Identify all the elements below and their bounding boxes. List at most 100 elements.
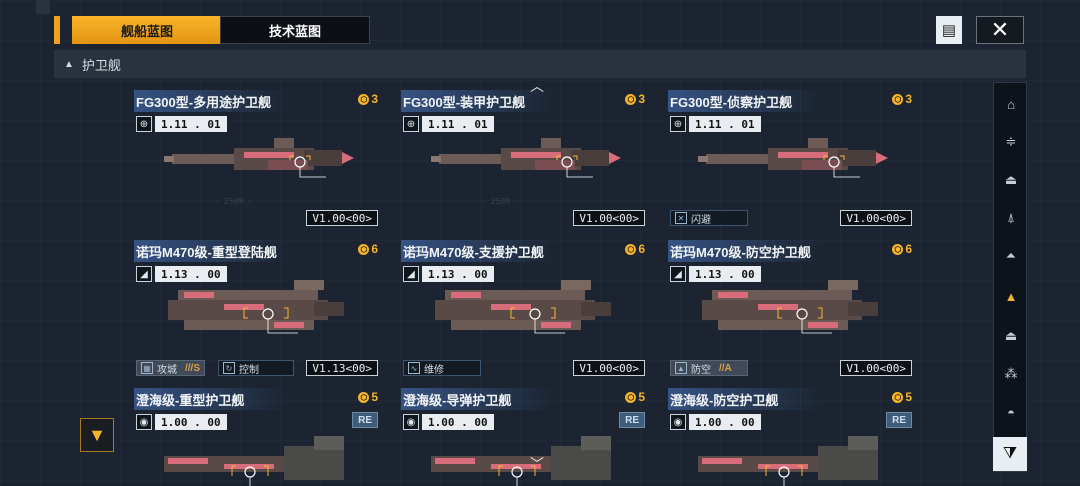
cost-value: 3 (638, 92, 645, 106)
control-icon: ↻ (223, 362, 235, 374)
ship-image (698, 124, 888, 194)
cost-value: 5 (371, 390, 378, 404)
ship-card[interactable]: 澄海级-重型护卫舰 ⬡ 5 ◉ 1.00 . 00 RE (134, 388, 380, 486)
ship-name: 澄海级-导弹护卫舰 (401, 388, 556, 410)
re-badge: RE (619, 412, 645, 428)
role-label: 控制 (239, 364, 259, 376)
frigate-icon[interactable]: ▲ (994, 279, 1028, 313)
ship-card[interactable]: 诺玛M470级-重型登陆舰 ⬡ 6 ◢ 1.13 . 00 ▦ 攻城///S ↻ 控制 … (134, 240, 380, 378)
list-button[interactable]: ▤ (936, 16, 962, 44)
filter-button[interactable]: ⧩ (993, 437, 1027, 471)
ship-name: FG300型-侦察护卫舰 (668, 90, 823, 112)
emblem-round-icon: ◉ (136, 414, 152, 430)
blueprint-version-badge: V1.00<00> (306, 210, 378, 226)
ship-name: FG300型-装甲护卫舰 (401, 90, 556, 112)
ship-class-filter-bar: ⌂ ≑ ⏏ ⍋ ⏶ ▲ ⏏ ⁂ ◓ (993, 82, 1027, 472)
cost-value: 6 (638, 242, 645, 256)
role-tag-siege: ▦ 攻城 ///S (136, 360, 206, 376)
section-label: 护卫舰 (81, 57, 121, 73)
accent-bar (54, 16, 60, 44)
filter-icon: ⧩ (1002, 445, 1018, 462)
command-point-icon: ⬡ (358, 391, 370, 403)
ship-card[interactable]: FG300型-侦察护卫舰 ⬡ 3 ⊕ 1.11 . 01 ✕ 闪避 V1.00<00> (668, 90, 914, 228)
ship-card[interactable]: 诺玛M470级-支援护卫舰 ⬡ 6 ◢ 1.13 . 00 ∿ 维修 V1.00<00… (401, 240, 647, 378)
battlecruiser-icon[interactable]: ⏏ (994, 163, 1028, 197)
corner-decoration (36, 0, 50, 14)
role-label: 闪避 (691, 214, 711, 226)
carrier-icon[interactable]: ≑ (994, 125, 1028, 159)
ship-image (698, 420, 888, 486)
cost-badge: ⬡ 3 (358, 92, 378, 106)
command-point-icon: ⬡ (358, 243, 370, 255)
flagship-icon[interactable]: ⌂ (994, 87, 1028, 121)
cost-badge: ⬡ 6 (358, 242, 378, 256)
globe-icon: ⊕ (670, 116, 686, 132)
destroyer-icon[interactable]: ⏶ (994, 239, 1028, 273)
globe-icon: ⊕ (136, 116, 152, 132)
section-header-frigate[interactable]: ▲ 护卫舰 (54, 50, 1026, 78)
emblem-round-icon: ◉ (403, 414, 419, 430)
cost-value: 5 (638, 390, 645, 404)
blueprint-version-badge: V1.00<00> (573, 360, 645, 376)
ship-image (164, 124, 354, 194)
role-label: 攻城 (157, 364, 177, 376)
ship-name: 诺玛M470级-防空护卫舰 (668, 240, 823, 262)
re-badge: RE (886, 412, 912, 428)
aux-icon[interactable]: ◓ (994, 395, 1028, 429)
role-label: 防空 (691, 364, 711, 376)
command-point-icon: ⬡ (625, 391, 637, 403)
cost-badge: ⬡ 5 (625, 390, 645, 404)
scale-decoration: — 250M — (481, 197, 520, 206)
command-point-icon: ⬡ (892, 93, 904, 105)
role-tag-repair: ∿ 维修 (403, 360, 481, 376)
ship-card[interactable]: FG300型-装甲护卫舰 ⬡ 3 ⊕ 1.11 . 01 — 250M — V1.0… (401, 90, 647, 228)
ship-name: 澄海级-防空护卫舰 (668, 388, 823, 410)
cost-value: 6 (905, 242, 912, 256)
fleet-emblem-button[interactable]: ▼ (80, 418, 114, 452)
cruiser-icon[interactable]: ⍋ (994, 201, 1028, 235)
ship-name: FG300型-多用途护卫舰 (134, 90, 289, 112)
corvette-icon[interactable]: ⏏ (994, 319, 1028, 353)
role-label: 维修 (424, 364, 444, 376)
ship-image (698, 274, 888, 344)
siege-icon: ▦ (141, 362, 153, 374)
role-tag-evade: ✕ 闪避 (670, 210, 748, 226)
globe-icon: ⊕ (403, 116, 419, 132)
list-icon: ▤ (941, 22, 957, 39)
emblem-icon: ◢ (670, 266, 686, 282)
emblem-round-icon: ◉ (670, 414, 686, 430)
ship-card[interactable]: 澄海级-防空护卫舰 ⬡ 5 ◉ 1.00 . 00 RE (668, 388, 914, 486)
command-point-icon: ⬡ (892, 243, 904, 255)
cost-value: 6 (371, 242, 378, 256)
close-icon: ✕ (990, 17, 1010, 42)
emblem-triangle-icon: ▼ (88, 424, 106, 445)
ship-card[interactable]: 诺玛M470级-防空护卫舰 ⬡ 6 ◢ 1.13 . 00 ▲ 防空//A V1.00… (668, 240, 914, 378)
cost-badge: ⬡ 5 (358, 390, 378, 404)
ship-image (431, 274, 621, 344)
role-tag-control: ↻ 控制 (218, 360, 294, 376)
role-grade: ///S (185, 362, 201, 374)
cost-value: 3 (905, 92, 912, 106)
cost-badge: ⬡ 6 (892, 242, 912, 256)
tab-tech-blueprint[interactable]: 技术蓝图 (220, 16, 370, 44)
repair-icon: ∿ (408, 362, 420, 374)
blueprint-version-badge: V1.00<00> (573, 210, 645, 226)
re-badge: RE (352, 412, 378, 428)
top-tab-bar: 舰船蓝图 技术蓝图 ▤ ✕ (54, 14, 1026, 46)
ship-image (431, 124, 621, 194)
blueprint-version-badge: V1.00<00> (840, 360, 912, 376)
blueprint-version-badge: V1.13<00> (306, 360, 378, 376)
ship-card[interactable]: FG300型-多用途护卫舰 ⬡ 3 ⊕ 1.11 . 01 — 250M — V1.… (134, 90, 380, 228)
command-point-icon: ⬡ (625, 93, 637, 105)
fighter-squad-icon[interactable]: ⁂ (994, 357, 1028, 391)
close-button[interactable]: ✕ (976, 16, 1024, 44)
ship-card[interactable]: 澄海级-导弹护卫舰 ⬡ 5 ◉ 1.00 . 00 RE (401, 388, 647, 486)
command-point-icon: ⬡ (358, 93, 370, 105)
cost-badge: ⬡ 5 (892, 390, 912, 404)
collapse-triangle-icon: ▲ (64, 58, 74, 70)
emblem-icon: ◢ (136, 266, 152, 282)
ship-image (164, 420, 354, 486)
blueprint-version-badge: V1.00<00> (840, 210, 912, 226)
tab-ship-blueprint[interactable]: 舰船蓝图 (72, 16, 222, 44)
scroll-down-chevron-icon[interactable]: ﹀ (530, 454, 544, 474)
